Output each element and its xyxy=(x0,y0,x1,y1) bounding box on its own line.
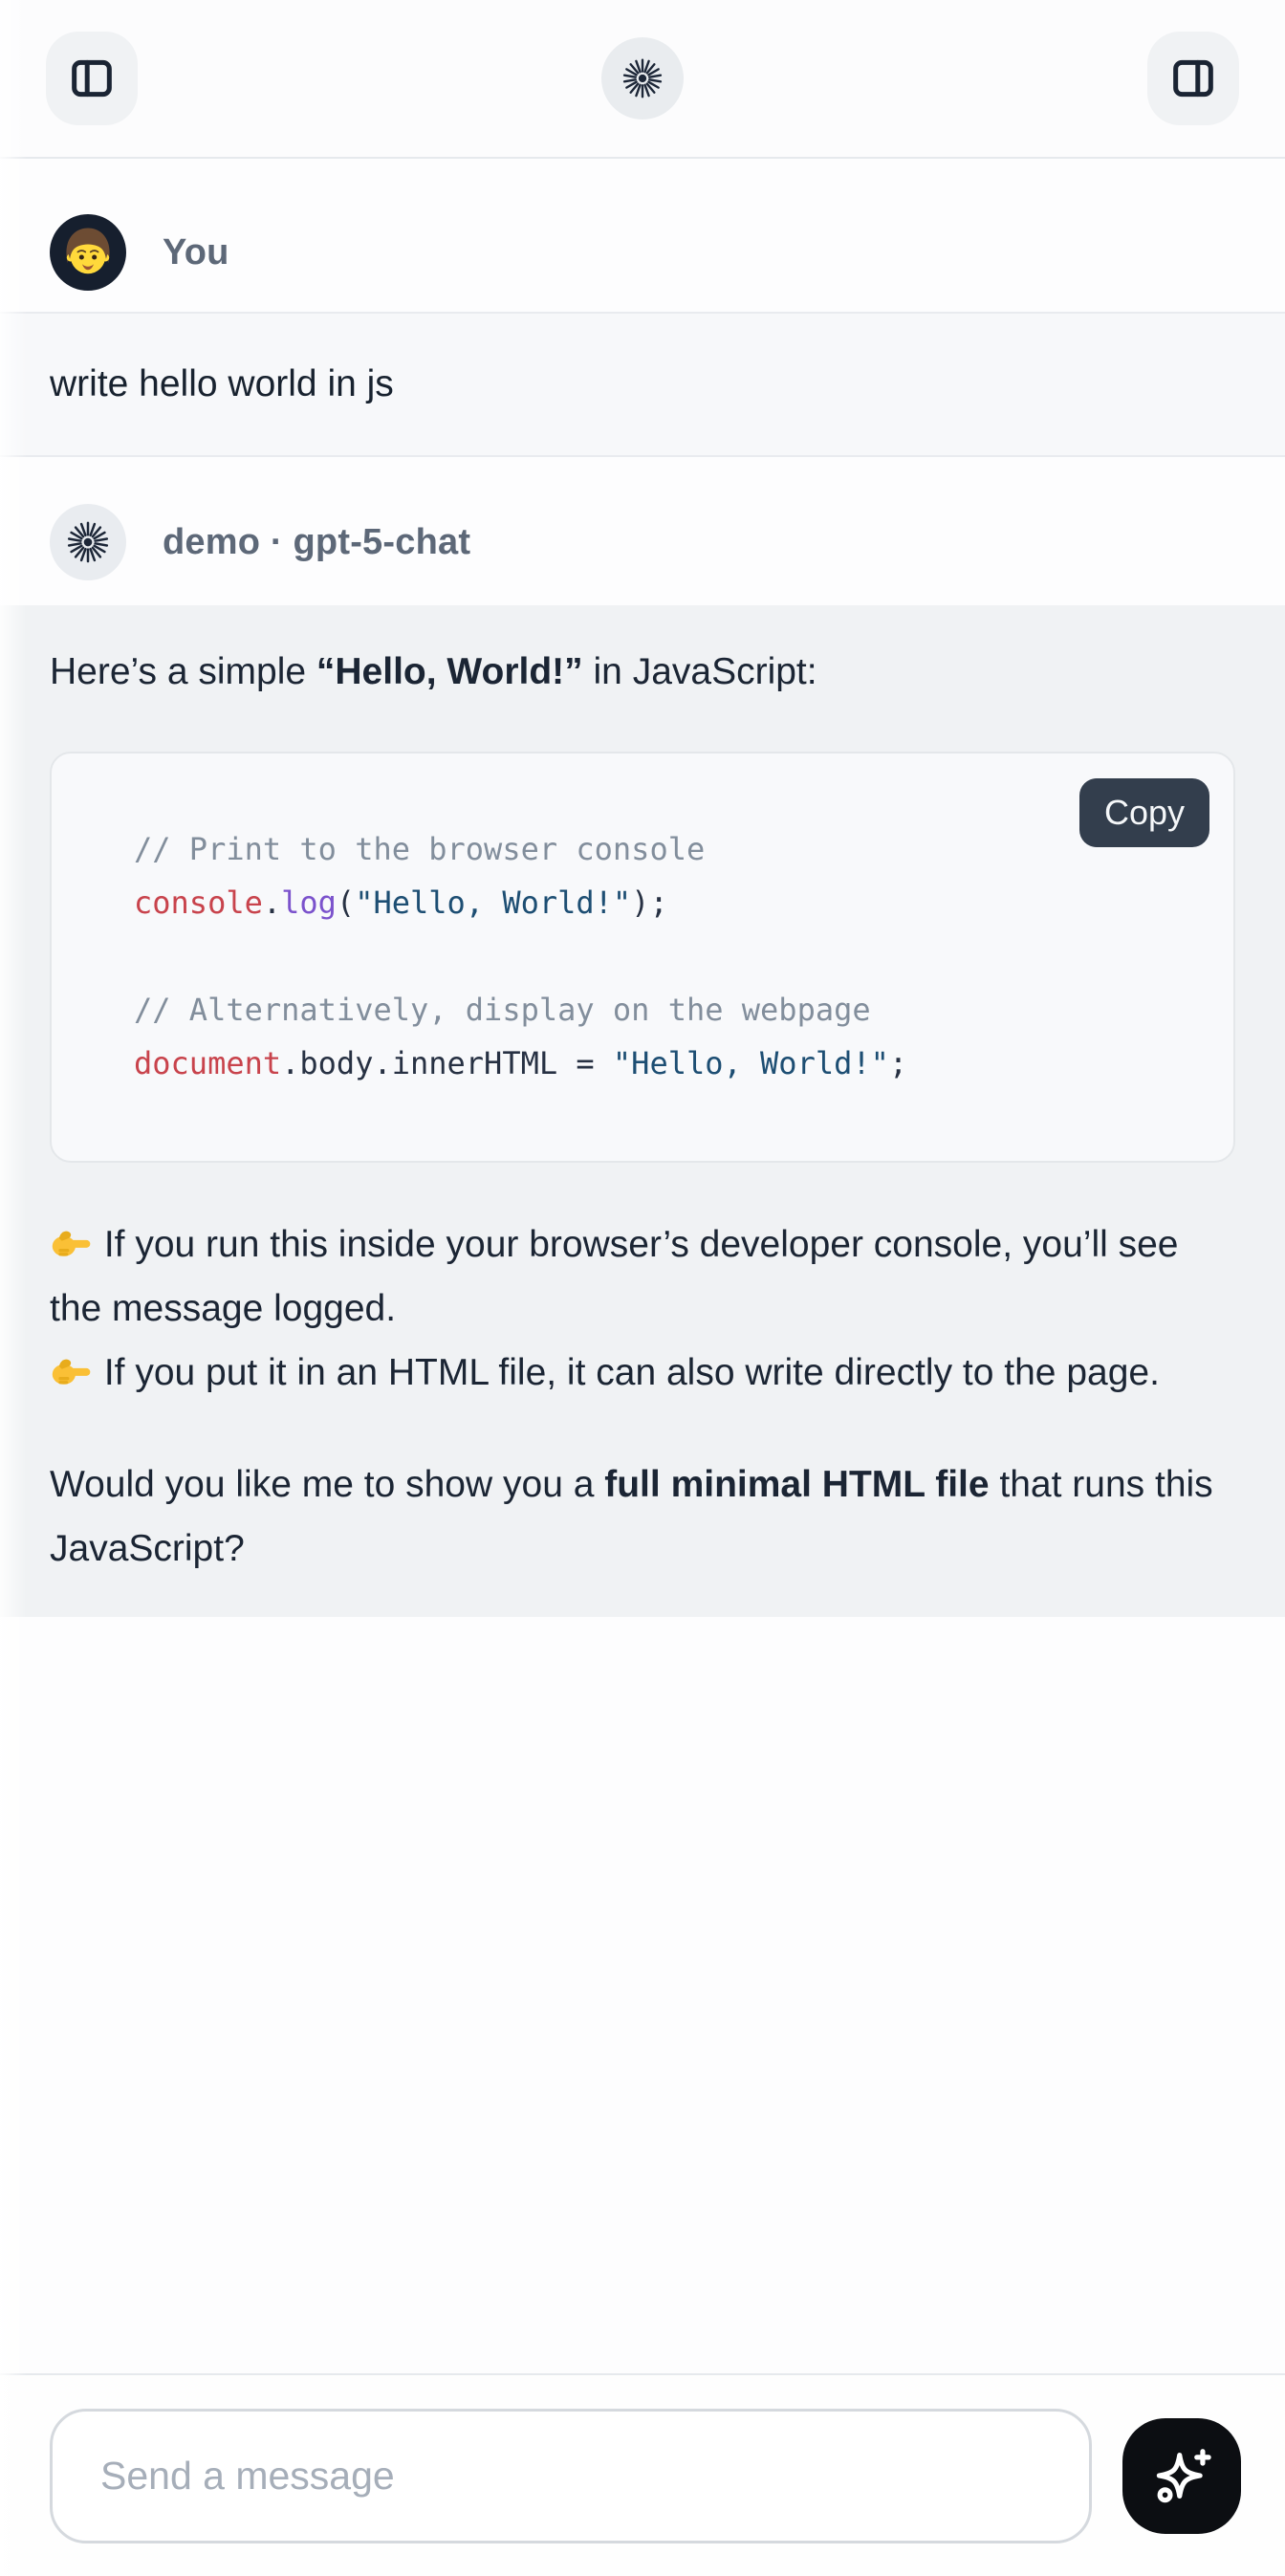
code-line: document.body.innerHTML = "Hello, World!… xyxy=(134,1037,1195,1090)
code-line xyxy=(134,929,1195,983)
code-content: // Print to the browser consoleconsole.l… xyxy=(134,822,1195,1090)
model-logo-button[interactable] xyxy=(601,37,684,120)
send-button[interactable] xyxy=(1122,2418,1241,2534)
top-bar xyxy=(0,0,1285,159)
assistant-tips-paragraph: If you run this inside your browser’s de… xyxy=(50,1212,1235,1405)
copy-code-button[interactable]: Copy xyxy=(1079,778,1209,847)
code-line: console.log("Hello, World!"); xyxy=(134,876,1195,929)
user-message-header: You xyxy=(0,214,1285,291)
assistant-intro-paragraph: Here’s a simple “Hello, World!” in JavaS… xyxy=(50,640,1235,704)
sparkle-icon xyxy=(1147,2441,1216,2510)
user-sender-name: You xyxy=(163,232,229,273)
code-block: Copy // Print to the browser consolecons… xyxy=(50,752,1235,1163)
person-emoji xyxy=(50,214,126,291)
point-right-emoji xyxy=(50,1350,92,1392)
tip-line: If you put it in an HTML file, it can al… xyxy=(50,1341,1235,1405)
conversation: You write hello world in js xyxy=(0,161,1285,1617)
user-message-text: write hello world in js xyxy=(50,363,394,404)
assistant-sender-name: demo · gpt-5-chat xyxy=(163,522,470,563)
tip-line: If you run this inside your browser’s de… xyxy=(50,1212,1235,1341)
composer-bar xyxy=(0,2373,1285,2576)
user-message-bubble: write hello world in js xyxy=(0,312,1285,457)
sidebar-toggle-button[interactable] xyxy=(46,32,138,125)
assistant-question-paragraph: Would you like me to show you a full min… xyxy=(50,1452,1235,1581)
right-panel-toggle-button[interactable] xyxy=(1147,32,1239,125)
message-input[interactable] xyxy=(50,2409,1092,2543)
code-line: // Alternatively, display on the webpage xyxy=(134,983,1195,1037)
starburst-icon xyxy=(621,57,664,99)
point-right-emoji xyxy=(50,1222,92,1264)
assistant-message-body: Here’s a simple “Hello, World!” in JavaS… xyxy=(0,605,1285,1617)
assistant-avatar xyxy=(50,504,126,580)
chat-app: You write hello world in js xyxy=(0,0,1285,2576)
code-line: // Print to the browser console xyxy=(134,822,1195,876)
starburst-icon xyxy=(66,520,110,564)
user-avatar xyxy=(50,214,126,291)
assistant-message-header: demo · gpt-5-chat xyxy=(0,504,1285,580)
panel-left-icon xyxy=(67,55,117,102)
panel-right-icon xyxy=(1168,55,1218,102)
